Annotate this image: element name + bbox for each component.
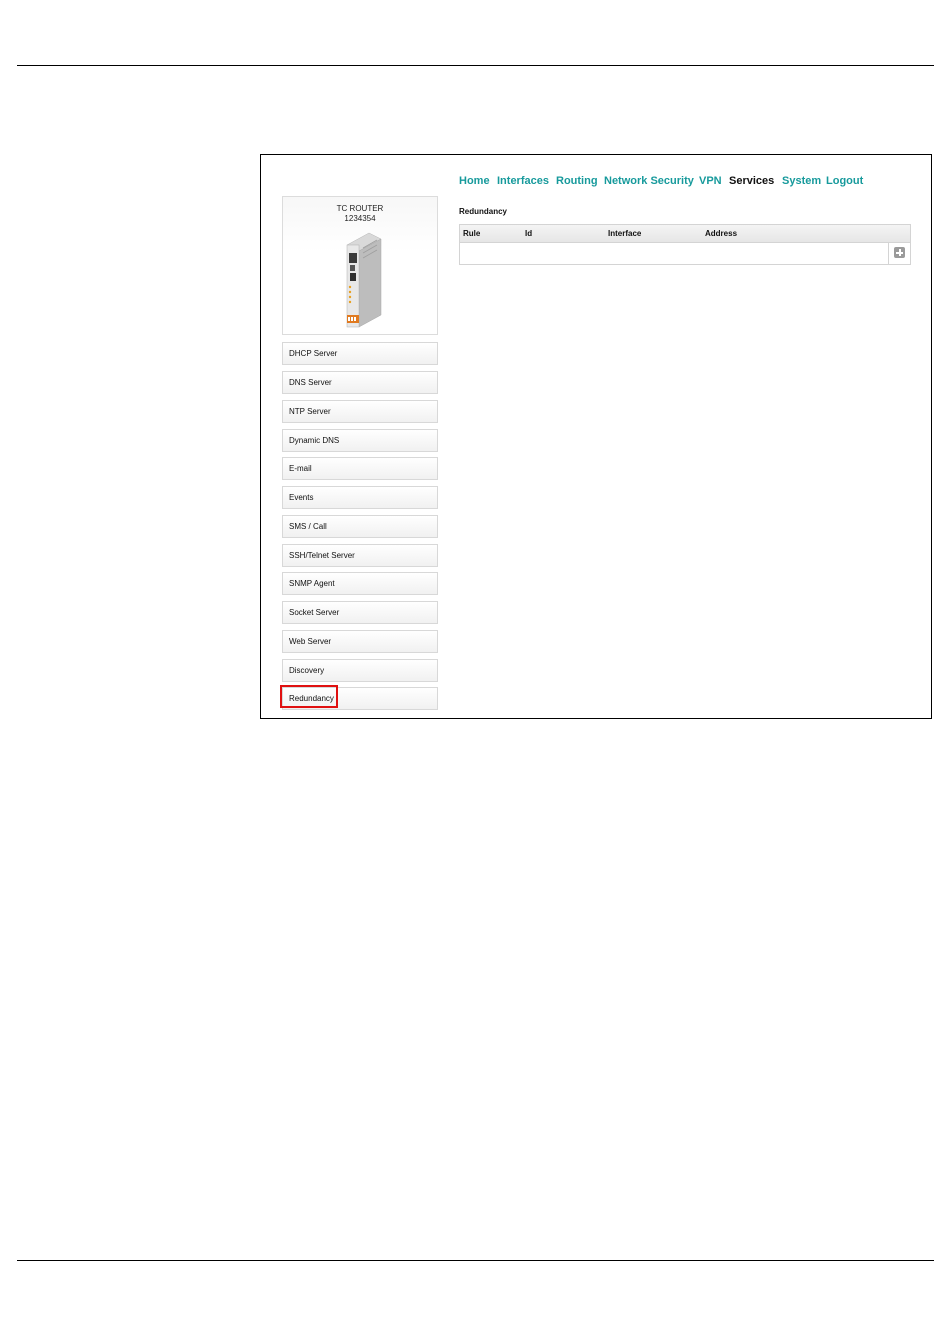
router-device-image	[346, 232, 382, 328]
column-header-interface: Interface	[608, 229, 642, 238]
sidebar-item-ssh-telnet-server[interactable]: SSH/Telnet Server	[282, 544, 438, 567]
page-title: Redundancy	[459, 207, 508, 216]
add-rule-cell	[888, 242, 910, 264]
sidebar-item-ntp-server[interactable]: NTP Server	[282, 400, 438, 423]
nav-logout[interactable]: Logout	[826, 175, 863, 187]
redundancy-table: Rule Id Interface Address	[459, 224, 911, 265]
nav-services[interactable]: Services	[729, 175, 774, 187]
sidebar-item-redundancy[interactable]: Redundancy	[280, 685, 438, 710]
column-header-rule: Rule	[463, 229, 481, 238]
nav-system[interactable]: System	[782, 175, 821, 187]
nav-routing[interactable]: Routing	[556, 175, 598, 187]
column-header-address: Address	[705, 229, 738, 238]
nav-interfaces[interactable]: Interfaces	[497, 175, 549, 187]
sidebar-item-sms-call[interactable]: SMS / Call	[282, 515, 438, 538]
sidebar-item-events[interactable]: Events	[282, 486, 438, 509]
table-header: Rule Id Interface Address	[460, 225, 910, 243]
sidebar-item-web-server[interactable]: Web Server	[282, 630, 438, 653]
nav-vpn[interactable]: VPN	[699, 175, 722, 187]
page-footer-rule	[17, 1260, 934, 1261]
device-serial: 1234354	[344, 214, 376, 223]
nav-home[interactable]: Home	[459, 175, 490, 187]
sidebar-item-discovery[interactable]: Discovery	[282, 659, 438, 682]
sidebar-item-snmp-agent[interactable]: SNMP Agent	[282, 572, 438, 595]
page-header-rule	[17, 65, 934, 66]
sidebar-item-dhcp-server[interactable]: DHCP Server	[282, 342, 438, 365]
plus-square-icon[interactable]	[894, 247, 905, 258]
column-header-id: Id	[525, 229, 533, 238]
sidebar-item-dns-server[interactable]: DNS Server	[282, 371, 438, 394]
sidebar-item-dynamic-dns[interactable]: Dynamic DNS	[282, 429, 438, 452]
router-web-interface: TC ROUTER 1234354 DHCP Server DNS Server…	[260, 154, 932, 719]
sidebar-item-socket-server[interactable]: Socket Server	[282, 601, 438, 624]
sidebar-item-email[interactable]: E-mail	[282, 457, 438, 480]
device-card: TC ROUTER 1234354	[282, 196, 438, 335]
nav-network-security[interactable]: Network Security	[604, 175, 694, 187]
device-name: TC ROUTER	[336, 204, 384, 213]
